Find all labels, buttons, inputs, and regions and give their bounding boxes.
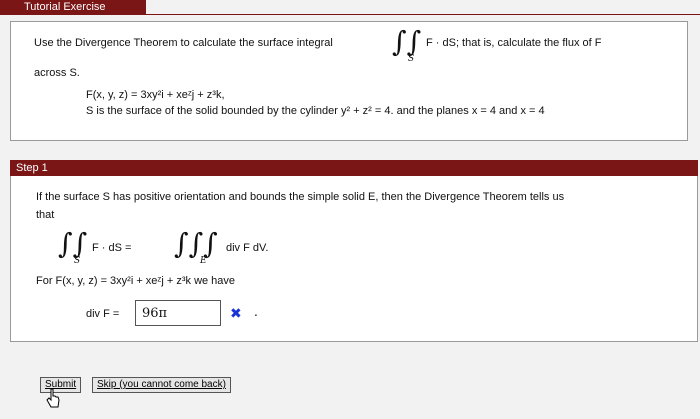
double-integral-symbol: ∫∫ xyxy=(58,227,88,260)
incorrect-icon: ✖ xyxy=(230,306,242,322)
hand-cursor-icon xyxy=(46,388,60,408)
flux-lhs: F · dS = xyxy=(92,242,132,254)
div-label: div F = xyxy=(86,308,120,320)
skip-button[interactable]: Skip (you cannot come back) xyxy=(92,377,231,393)
integral-subscript: S xyxy=(408,54,415,64)
subscript-s: S xyxy=(74,256,81,266)
tab-rule xyxy=(0,14,700,15)
tutorial-tab: Tutorial Exercise xyxy=(0,0,146,15)
subscript-e: E xyxy=(200,256,207,266)
problem-line1-post: F · dS; that is, calculate the flux of F xyxy=(426,37,602,49)
surface-integral-symbol: ∫∫ xyxy=(392,25,422,58)
vector-field: F(x, y, z) = 3xy²i + xeᶻj + z³k, xyxy=(86,89,225,101)
surface-description: S is the surface of the solid bounded by… xyxy=(86,105,545,117)
flux-rhs: div F dV. xyxy=(226,242,269,254)
step-text2: that xyxy=(36,209,55,221)
step-header: Step 1 xyxy=(10,160,698,176)
div-answer-input[interactable]: 96π xyxy=(135,300,221,326)
problem-line1: Use the Divergence Theorem to calculate … xyxy=(34,37,333,49)
period: . xyxy=(254,305,258,319)
step-title: Step 1 xyxy=(16,162,48,174)
step-text1: If the surface S has positive orientatio… xyxy=(36,191,565,203)
tab-label: Tutorial Exercise xyxy=(24,1,106,13)
problem-line2: across S. xyxy=(34,67,80,79)
triple-integral-symbol: ∫∫∫ xyxy=(174,227,218,260)
step-text3: For F(x, y, z) = 3xy²i + xeᶻj + z³k we h… xyxy=(36,275,236,287)
